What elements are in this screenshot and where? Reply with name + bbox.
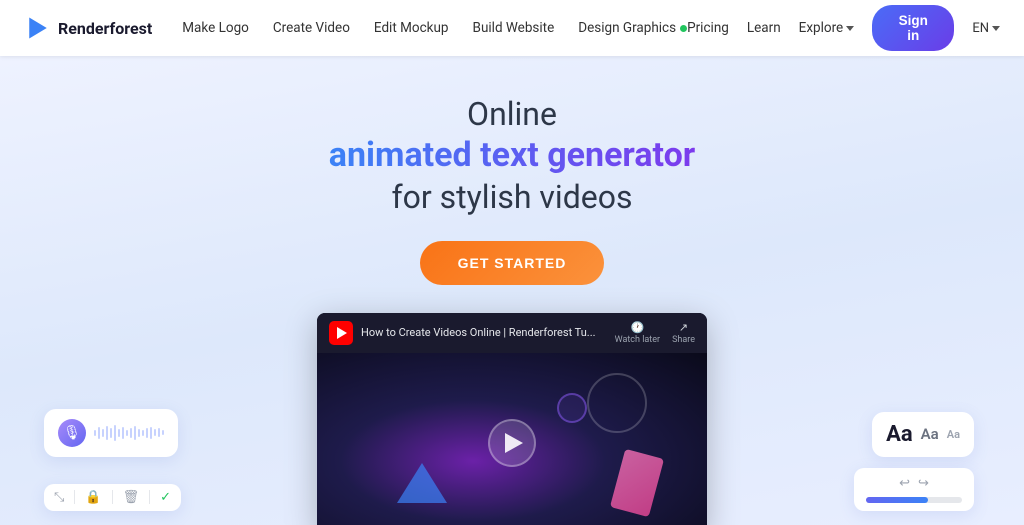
signin-button[interactable]: Sign in bbox=[872, 5, 954, 51]
lang-chevron-icon bbox=[992, 26, 1000, 31]
font-large-aa[interactable]: Aa bbox=[886, 422, 913, 447]
video-header: How to Create Videos Online | Renderfore… bbox=[317, 313, 707, 353]
undo-icon[interactable]: ↩ bbox=[899, 476, 910, 491]
progress-bar-background bbox=[866, 497, 962, 503]
hero-line1: Online bbox=[329, 94, 695, 134]
watch-later-action[interactable]: 🕐 Watch later bbox=[615, 321, 660, 345]
deco-shape-pink bbox=[610, 448, 664, 516]
toolbar-widget: ⤡ 🔒 🗑 ✓ bbox=[44, 484, 181, 511]
crop-icon[interactable]: ⤡ bbox=[54, 490, 64, 505]
deco-circle-1 bbox=[587, 373, 647, 433]
language-selector[interactable]: EN bbox=[972, 21, 1000, 36]
progress-bar-fill bbox=[866, 497, 928, 503]
clock-icon: 🕐 bbox=[630, 321, 644, 334]
font-small-aa[interactable]: Aa bbox=[947, 428, 960, 441]
video-actions: 🕐 Watch later ↗ Share bbox=[615, 321, 695, 345]
confirm-icon[interactable]: ✓ bbox=[160, 490, 171, 505]
nav-design-graphics[interactable]: Design Graphics bbox=[578, 20, 687, 36]
nav-explore[interactable]: Explore bbox=[799, 20, 855, 36]
get-started-button[interactable]: GET STARTED bbox=[420, 241, 605, 285]
font-medium-aa[interactable]: Aa bbox=[921, 425, 939, 443]
video-play-button[interactable] bbox=[488, 419, 536, 467]
video-thumbnail[interactable]: How to Create Videos Online | Renderfore… bbox=[317, 313, 707, 525]
navbar: Renderforest Make Logo Create Video Edit… bbox=[0, 0, 1024, 56]
redo-icon[interactable]: ↪ bbox=[918, 476, 929, 491]
hero-section: Online animated text generator for styli… bbox=[0, 56, 1024, 525]
microphone-icon: 🎙 bbox=[58, 419, 86, 447]
brand-name: Renderforest bbox=[58, 19, 152, 38]
share-action[interactable]: ↗ Share bbox=[672, 321, 695, 345]
chevron-down-icon bbox=[846, 26, 854, 31]
nav-pricing[interactable]: Pricing bbox=[687, 20, 729, 36]
hero-line3: for stylish videos bbox=[329, 177, 695, 217]
undo-redo-row: ↩ ↪ bbox=[866, 476, 962, 491]
youtube-play-triangle bbox=[337, 327, 347, 339]
toolbar-divider-3 bbox=[149, 490, 150, 504]
nav-create-video[interactable]: Create Video bbox=[273, 20, 350, 36]
deco-shape-blue bbox=[397, 463, 447, 503]
video-title: How to Create Videos Online | Renderfore… bbox=[361, 326, 607, 339]
new-badge-dot bbox=[680, 25, 687, 32]
video-body[interactable] bbox=[317, 353, 707, 525]
brand-logo[interactable]: Renderforest bbox=[24, 14, 152, 42]
nav-links: Make Logo Create Video Edit Mockup Build… bbox=[182, 20, 687, 36]
navbar-right: Pricing Learn Explore Sign in EN bbox=[687, 5, 1000, 51]
youtube-icon bbox=[329, 321, 353, 345]
nav-edit-mockup[interactable]: Edit Mockup bbox=[374, 20, 449, 36]
deco-circle-2 bbox=[557, 393, 587, 423]
nav-learn[interactable]: Learn bbox=[747, 20, 781, 36]
lock-icon[interactable]: 🔒 bbox=[85, 490, 101, 505]
toolbar-divider bbox=[74, 490, 75, 504]
nav-make-logo[interactable]: Make Logo bbox=[182, 20, 249, 36]
play-triangle-icon bbox=[505, 433, 523, 453]
waveform bbox=[94, 424, 164, 442]
undo-redo-widget: ↩ ↪ bbox=[854, 468, 974, 511]
fonts-widget: Aa Aa Aa bbox=[872, 412, 974, 457]
video-row: 🎙 bbox=[0, 313, 1024, 525]
hero-title: Online animated text generator for styli… bbox=[329, 94, 695, 217]
mic-widget: 🎙 bbox=[44, 409, 178, 457]
hero-line2: animated text generator bbox=[329, 134, 695, 177]
nav-build-website[interactable]: Build Website bbox=[473, 20, 555, 36]
delete-icon[interactable]: 🗑 bbox=[123, 490, 140, 505]
share-icon: ↗ bbox=[679, 321, 688, 334]
toolbar-divider-2 bbox=[112, 490, 113, 504]
